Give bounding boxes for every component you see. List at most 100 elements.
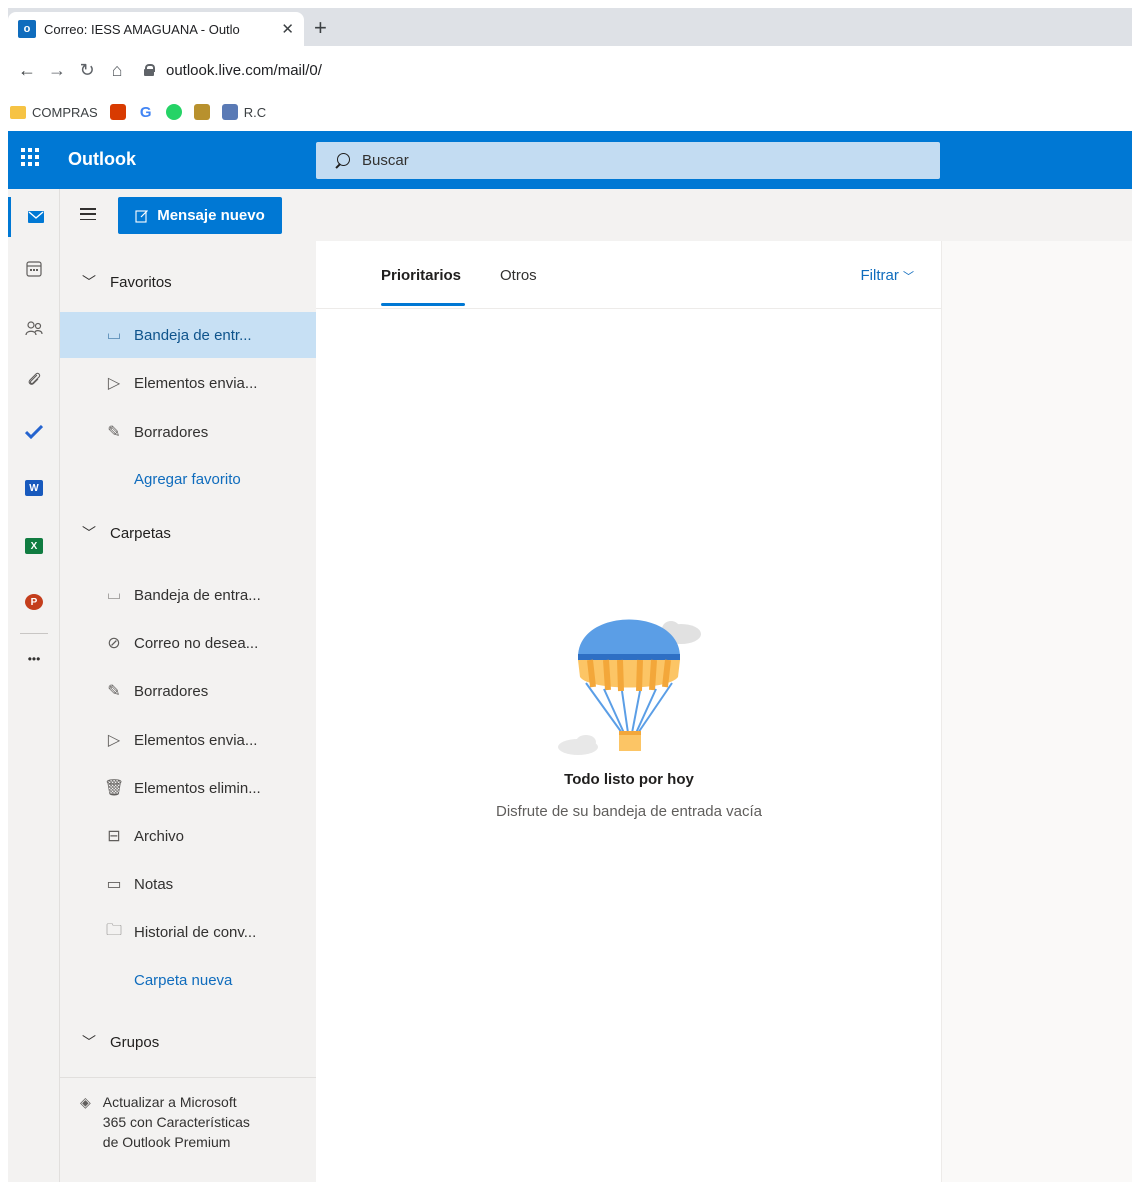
favorite-sent[interactable]: ▷ Elementos envia... [60, 360, 316, 406]
back-icon[interactable]: ← [12, 60, 42, 81]
mail-icon[interactable] [8, 197, 60, 237]
address-bar: ← → ↻ ⌂ outlook.live.com/mail/0/ [8, 46, 1132, 94]
add-favorite-link[interactable]: Agregar favorito [134, 471, 241, 488]
word-icon[interactable]: W [8, 468, 60, 508]
filter-label: Filtrar [860, 267, 899, 284]
message-list: Prioritarios Otros Filtrar ﹀ Todo listo … [316, 241, 942, 1182]
bookmarks-bar: COMPRAS G R.C [8, 94, 1132, 130]
more-apps-icon[interactable]: ••• [8, 639, 60, 679]
excel-icon[interactable]: X [8, 526, 60, 566]
folder-label: Historial de conv... [134, 923, 257, 941]
reading-pane [942, 241, 1132, 1182]
outlook-favicon-icon: o [18, 20, 36, 38]
folder-drafts[interactable]: ✎ Borradores [60, 668, 316, 714]
url-field[interactable]: outlook.live.com/mail/0/ [166, 62, 322, 79]
home-icon[interactable]: ⌂ [102, 60, 132, 81]
powerpoint-icon[interactable]: P [8, 582, 60, 622]
empty-state-title: Todo listo por hoy [564, 771, 694, 788]
folder-label: Correo no desea... [134, 634, 259, 652]
search-placeholder: Buscar [362, 152, 409, 169]
chevron-down-icon: ﹀ [82, 525, 96, 541]
browser-tab[interactable]: o Correo: IESS AMAGUANA - Outlo ✕ [8, 12, 304, 46]
folder-notes[interactable]: ▭ Notas [60, 861, 316, 907]
pencil-icon: ✎ [107, 424, 121, 441]
app-launcher-icon[interactable] [21, 148, 39, 166]
folders-header[interactable]: ﹀ Carpetas [82, 523, 171, 543]
google-icon: G [137, 104, 154, 121]
folder-inbox[interactable]: ⌴ Bandeja de entra... [60, 572, 316, 618]
rail-divider [20, 633, 48, 634]
search-input[interactable]: Buscar [316, 142, 940, 179]
tab-other[interactable]: Otros [500, 267, 537, 284]
outlook-header: Outlook Buscar [8, 131, 1132, 189]
folder-label: Notas [134, 875, 174, 893]
groups-header[interactable]: ﹀ Grupos [82, 1032, 159, 1052]
todo-icon[interactable] [8, 412, 60, 452]
bookmark-label: COMPRAS [32, 104, 98, 120]
new-folder-link[interactable]: Carpeta nueva [134, 972, 232, 989]
browser-tabstrip: o Correo: IESS AMAGUANA - Outlo ✕ + [8, 8, 1132, 46]
hamburger-icon[interactable] [80, 208, 96, 220]
bookmark-crest[interactable] [193, 104, 210, 120]
excel-letter: X [25, 538, 43, 554]
new-message-button[interactable]: Mensaje nuevo [118, 197, 282, 234]
folder-archive[interactable]: ⊟ Archivo [60, 813, 316, 859]
send-icon: ▷ [107, 375, 121, 392]
hot-air-balloon-illustration [558, 619, 701, 755]
bookmark-google[interactable]: G [137, 104, 154, 121]
bookmark-compras[interactable]: COMPRAS [10, 105, 98, 120]
trash-icon: 🗑 [104, 780, 125, 797]
lock-icon[interactable] [144, 64, 155, 76]
reload-icon[interactable]: ↻ [72, 60, 102, 81]
registro-civil-icon [221, 104, 238, 120]
folder-label: Elementos envia... [134, 374, 258, 392]
tab-focused[interactable]: Prioritarios [381, 267, 461, 284]
inbox-icon: ⌴ [107, 326, 121, 343]
people-icon[interactable] [8, 308, 60, 348]
folder-conversation-history[interactable]: 🗀 Historial de conv... [60, 909, 316, 955]
archive-icon: ⊟ [107, 828, 121, 845]
folder-label: Elementos elimin... [134, 779, 261, 797]
folder-label: Elementos envia... [134, 731, 258, 749]
compose-icon [135, 209, 149, 223]
folder-pane: ﹀ Favoritos ⌴ Bandeja de entr... ▷ Eleme… [60, 241, 316, 1182]
folder-label: Borradores [134, 423, 209, 441]
app-rail: W X P ••• [8, 189, 60, 1182]
upgrade-text: Actualizar a Microsoft 365 con Caracterí… [102, 1094, 250, 1150]
chevron-down-icon: ﹀ [82, 1034, 96, 1050]
folder-deleted[interactable]: 🗑 Elementos elimin... [60, 765, 316, 811]
folder-junk[interactable]: ⊘ Correo no desea... [60, 620, 316, 666]
filter-button[interactable]: Filtrar ﹀ [861, 267, 915, 284]
outlook-brand[interactable]: Outlook [68, 149, 136, 170]
favorite-inbox[interactable]: ⌴ Bandeja de entr... [60, 312, 316, 358]
calendar-icon[interactable] [8, 249, 60, 289]
favorite-drafts[interactable]: ✎ Borradores [60, 409, 316, 455]
whatsapp-icon [165, 104, 182, 120]
blocked-icon: ⊘ [107, 635, 121, 652]
command-bar: Mensaje nuevo [60, 189, 1132, 241]
folder-sent[interactable]: ▷ Elementos envia... [60, 717, 316, 763]
new-tab-button[interactable]: + [314, 17, 327, 39]
crest-icon [193, 104, 210, 120]
bookmark-rc[interactable]: R.C [221, 104, 267, 120]
bookmark-whatsapp[interactable] [165, 104, 182, 120]
folder-label: Archivo [134, 827, 185, 845]
empty-state-subtitle: Disfrute de su bandeja de entrada vacía [495, 803, 762, 820]
chevron-down-icon: ﹀ [903, 271, 914, 283]
active-tab-indicator [381, 303, 465, 306]
bookmark-office[interactable] [109, 104, 126, 120]
favorites-header[interactable]: ﹀ Favoritos [82, 272, 172, 292]
close-tab-icon[interactable]: ✕ [281, 20, 294, 38]
forward-icon[interactable]: → [42, 60, 72, 81]
note-icon: ▭ [106, 876, 122, 893]
attachment-icon[interactable] [8, 359, 60, 399]
upgrade-banner[interactable]: ◈ Actualizar a Microsoft 365 con Caracte… [60, 1077, 316, 1182]
bookmark-label: R.C [243, 104, 267, 120]
favorites-label: Favoritos [110, 273, 172, 291]
inbox-tabs: Prioritarios Otros Filtrar ﹀ [316, 241, 942, 309]
new-message-label: Mensaje nuevo [157, 207, 265, 224]
folders-label: Carpetas [110, 524, 171, 542]
diamond-icon: ◈ [80, 1094, 91, 1110]
send-icon: ▷ [107, 732, 121, 749]
powerpoint-letter: P [25, 594, 43, 610]
